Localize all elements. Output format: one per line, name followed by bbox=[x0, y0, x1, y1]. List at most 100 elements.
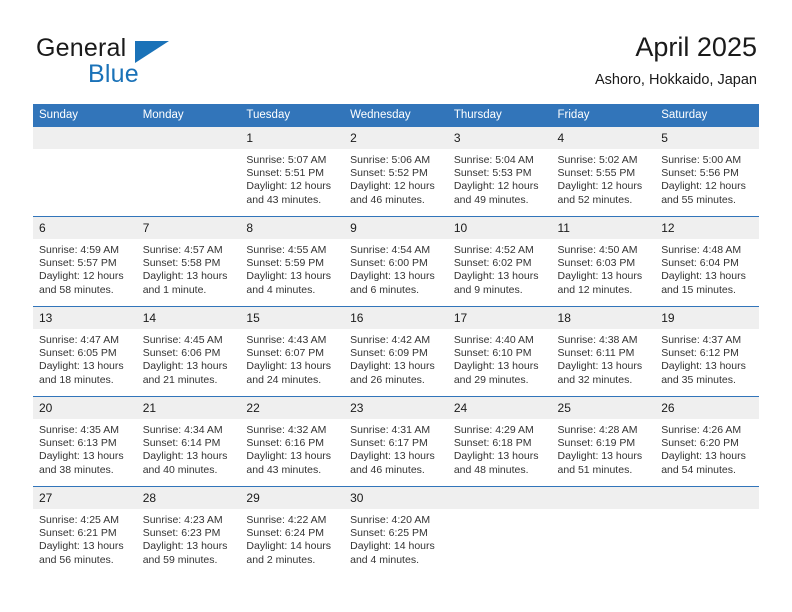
sunrise-text: Sunrise: 4:43 AM bbox=[246, 334, 327, 346]
day-number: 21 bbox=[136, 397, 241, 419]
daylight-text: Daylight: 13 hours and 51 minutes. bbox=[557, 450, 643, 476]
sunset-text: Sunset: 5:51 PM bbox=[246, 167, 325, 180]
sunrise-text: Sunrise: 4:40 AM bbox=[453, 334, 534, 346]
sunset-text: Sunset: 5:53 PM bbox=[453, 167, 532, 180]
daylight-text: Daylight: 12 hours and 46 minutes. bbox=[350, 180, 435, 206]
sunset-text: Sunset: 6:05 PM bbox=[39, 347, 117, 360]
brand-logo: General Blue bbox=[36, 36, 256, 92]
calendar-day-cell[interactable]: 16 Sunrise: 4:42 AM Sunset: 6:09 PM Dayligh… bbox=[344, 306, 448, 397]
daylight-text: Daylight: 13 hours and 46 minutes. bbox=[350, 450, 435, 476]
calendar-day-cell[interactable]: 28 Sunrise: 4:23 AM Sunset: 6:23 PM Dayligh… bbox=[136, 486, 241, 576]
sunset-text: Sunset: 6:16 PM bbox=[246, 437, 325, 450]
sunrise-text: Sunrise: 4:25 AM bbox=[39, 514, 119, 526]
day-details: Sunrise: 4:31 AM Sunset: 6:17 PM Daylight:… bbox=[344, 419, 448, 477]
calendar-day-cell[interactable]: 11 Sunrise: 4:50 AM Sunset: 6:03 PM Dayligh… bbox=[551, 216, 656, 307]
daylight-text: Daylight: 14 hours and 4 minutes. bbox=[350, 540, 435, 566]
day-number bbox=[136, 127, 241, 149]
sunrise-text: Sunrise: 5:06 AM bbox=[350, 154, 431, 166]
day-details: Sunrise: 4:38 AM Sunset: 6:11 PM Daylight:… bbox=[552, 329, 656, 387]
calendar-day-cell[interactable]: 2 Sunrise: 5:06 AM Sunset: 5:52 PM Daylight… bbox=[344, 127, 448, 217]
day-details: Sunrise: 4:42 AM Sunset: 6:09 PM Daylight:… bbox=[344, 329, 448, 387]
calendar-day-cell[interactable]: 5 Sunrise: 5:00 AM Sunset: 5:56 PM Daylight… bbox=[655, 127, 759, 217]
daylight-text: Daylight: 13 hours and 6 minutes. bbox=[350, 270, 435, 296]
calendar-day-cell[interactable]: 6 Sunrise: 4:59 AM Sunset: 5:57 PM Daylight… bbox=[33, 216, 137, 307]
sunset-text: Sunset: 6:14 PM bbox=[142, 437, 221, 450]
day-details: Sunrise: 4:23 AM Sunset: 6:23 PM Daylight:… bbox=[137, 509, 241, 567]
sunrise-text: Sunrise: 4:57 AM bbox=[142, 244, 223, 256]
sunrise-text: Sunrise: 4:54 AM bbox=[350, 244, 431, 256]
calendar-day-cell[interactable]: 25 Sunrise: 4:28 AM Sunset: 6:19 PM Dayligh… bbox=[551, 396, 656, 487]
calendar-day-cell[interactable]: 8 Sunrise: 4:55 AM Sunset: 5:59 PM Daylight… bbox=[240, 216, 345, 307]
sunset-text: Sunset: 6:17 PM bbox=[350, 437, 428, 450]
day-details: Sunrise: 4:26 AM Sunset: 6:20 PM Daylight:… bbox=[655, 419, 759, 477]
sunset-text: Sunset: 6:03 PM bbox=[557, 257, 636, 270]
calendar-day-cell[interactable]: 15 Sunrise: 4:43 AM Sunset: 6:07 PM Dayligh… bbox=[240, 306, 345, 397]
calendar-day-cell[interactable]: 27 Sunrise: 4:25 AM Sunset: 6:21 PM Dayligh… bbox=[33, 486, 137, 576]
sunrise-text: Sunrise: 4:52 AM bbox=[453, 244, 534, 256]
calendar-day-cell[interactable]: 26 Sunrise: 4:26 AM Sunset: 6:20 PM Dayligh… bbox=[655, 396, 759, 487]
day-number: 27 bbox=[33, 487, 137, 509]
sunrise-text: Sunrise: 4:26 AM bbox=[661, 424, 742, 436]
calendar-day-cell[interactable]: 17 Sunrise: 4:40 AM Sunset: 6:10 PM Dayligh… bbox=[447, 306, 552, 397]
calendar-day-cell[interactable]: 23 Sunrise: 4:31 AM Sunset: 6:17 PM Dayligh… bbox=[344, 396, 448, 487]
daylight-text: Daylight: 13 hours and 9 minutes. bbox=[453, 270, 539, 296]
sunrise-text: Sunrise: 5:00 AM bbox=[661, 154, 742, 166]
sunset-text: Sunset: 6:12 PM bbox=[661, 347, 739, 360]
sunrise-text: Sunrise: 4:48 AM bbox=[661, 244, 742, 256]
weekday-header-monday: Monday bbox=[136, 104, 241, 127]
calendar-day-cell[interactable]: 4 Sunrise: 5:02 AM Sunset: 5:55 PM Daylight… bbox=[551, 127, 656, 217]
sunset-text: Sunset: 5:52 PM bbox=[350, 167, 428, 180]
sunrise-text: Sunrise: 4:34 AM bbox=[142, 424, 223, 436]
daylight-text: Daylight: 13 hours and 43 minutes. bbox=[246, 450, 332, 476]
calendar-day-cell[interactable]: 14 Sunrise: 4:45 AM Sunset: 6:06 PM Dayligh… bbox=[136, 306, 241, 397]
calendar-day-cell[interactable]: 13 Sunrise: 4:47 AM Sunset: 6:05 PM Dayligh… bbox=[33, 306, 137, 397]
day-number: 3 bbox=[447, 127, 552, 149]
calendar-day-cell[interactable]: 29 Sunrise: 4:22 AM Sunset: 6:24 PM Dayligh… bbox=[240, 486, 345, 576]
day-details: Sunrise: 4:54 AM Sunset: 6:00 PM Daylight:… bbox=[344, 239, 448, 297]
day-number: 17 bbox=[447, 307, 552, 329]
day-details: Sunrise: 4:32 AM Sunset: 6:16 PM Daylight:… bbox=[240, 419, 344, 477]
calendar-day-cell[interactable]: 12 Sunrise: 4:48 AM Sunset: 6:04 PM Dayligh… bbox=[655, 216, 759, 307]
sunset-text: Sunset: 6:21 PM bbox=[39, 527, 117, 540]
daylight-text: Daylight: 13 hours and 35 minutes. bbox=[661, 360, 746, 386]
calendar-day-cell[interactable]: 3 Sunrise: 5:04 AM Sunset: 5:53 PM Daylight… bbox=[447, 127, 552, 217]
sunset-text: Sunset: 5:57 PM bbox=[39, 257, 117, 270]
sunrise-text: Sunrise: 4:59 AM bbox=[39, 244, 119, 256]
sunset-text: Sunset: 6:07 PM bbox=[246, 347, 325, 360]
calendar-day-cell[interactable]: 21 Sunrise: 4:34 AM Sunset: 6:14 PM Dayligh… bbox=[136, 396, 241, 487]
sunset-text: Sunset: 6:23 PM bbox=[142, 527, 221, 540]
day-number: 14 bbox=[136, 307, 241, 329]
day-details: Sunrise: 4:28 AM Sunset: 6:19 PM Daylight:… bbox=[552, 419, 656, 477]
day-details: Sunrise: 4:20 AM Sunset: 6:25 PM Daylight:… bbox=[344, 509, 448, 567]
sunset-text: Sunset: 6:25 PM bbox=[350, 527, 428, 540]
brand-name-general: General bbox=[36, 34, 127, 62]
calendar-day-cell[interactable]: 9 Sunrise: 4:54 AM Sunset: 6:00 PM Daylight… bbox=[344, 216, 448, 307]
daylight-text: Daylight: 12 hours and 49 minutes. bbox=[453, 180, 539, 206]
daylight-text: Daylight: 13 hours and 26 minutes. bbox=[350, 360, 435, 386]
calendar-day-cell[interactable]: 22 Sunrise: 4:32 AM Sunset: 6:16 PM Dayligh… bbox=[240, 396, 345, 487]
daylight-text: Daylight: 13 hours and 38 minutes. bbox=[39, 450, 124, 476]
day-details: Sunrise: 4:55 AM Sunset: 5:59 PM Daylight:… bbox=[240, 239, 344, 297]
calendar-day-cell[interactable]: 24 Sunrise: 4:29 AM Sunset: 6:18 PM Dayligh… bbox=[447, 396, 552, 487]
daylight-text: Daylight: 13 hours and 54 minutes. bbox=[661, 450, 746, 476]
daylight-text: Daylight: 13 hours and 21 minutes. bbox=[142, 360, 228, 386]
day-number: 16 bbox=[344, 307, 448, 329]
daylight-text: Daylight: 13 hours and 56 minutes. bbox=[39, 540, 124, 566]
calendar-page: General Blue April 2025 Ashoro, Hokkaido… bbox=[0, 0, 792, 612]
calendar-day-cell[interactable]: 7 Sunrise: 4:57 AM Sunset: 5:58 PM Daylight… bbox=[136, 216, 241, 307]
day-number: 29 bbox=[240, 487, 345, 509]
sunrise-text: Sunrise: 4:47 AM bbox=[39, 334, 119, 346]
day-number: 4 bbox=[551, 127, 656, 149]
calendar-day-cell[interactable]: 18 Sunrise: 4:38 AM Sunset: 6:11 PM Dayligh… bbox=[551, 306, 656, 397]
day-details: Sunrise: 5:07 AM Sunset: 5:51 PM Daylight:… bbox=[240, 149, 344, 207]
calendar-day-cell[interactable]: 19 Sunrise: 4:37 AM Sunset: 6:12 PM Dayligh… bbox=[655, 306, 759, 397]
sunrise-text: Sunrise: 4:42 AM bbox=[350, 334, 431, 346]
day-details: Sunrise: 4:35 AM Sunset: 6:13 PM Daylight:… bbox=[33, 419, 137, 477]
calendar-day-cell[interactable]: 30 Sunrise: 4:20 AM Sunset: 6:25 PM Dayligh… bbox=[344, 486, 448, 576]
calendar-day-cell[interactable]: 10 Sunrise: 4:52 AM Sunset: 6:02 PM Dayligh… bbox=[447, 216, 552, 307]
calendar-day-cell[interactable]: 20 Sunrise: 4:35 AM Sunset: 6:13 PM Dayligh… bbox=[33, 396, 137, 487]
sunset-text: Sunset: 6:02 PM bbox=[453, 257, 532, 270]
weekday-header-sunday: Sunday bbox=[33, 104, 137, 127]
day-details: Sunrise: 4:25 AM Sunset: 6:21 PM Daylight:… bbox=[33, 509, 137, 567]
calendar-day-cell[interactable]: 1 Sunrise: 5:07 AM Sunset: 5:51 PM Daylight… bbox=[240, 127, 345, 217]
